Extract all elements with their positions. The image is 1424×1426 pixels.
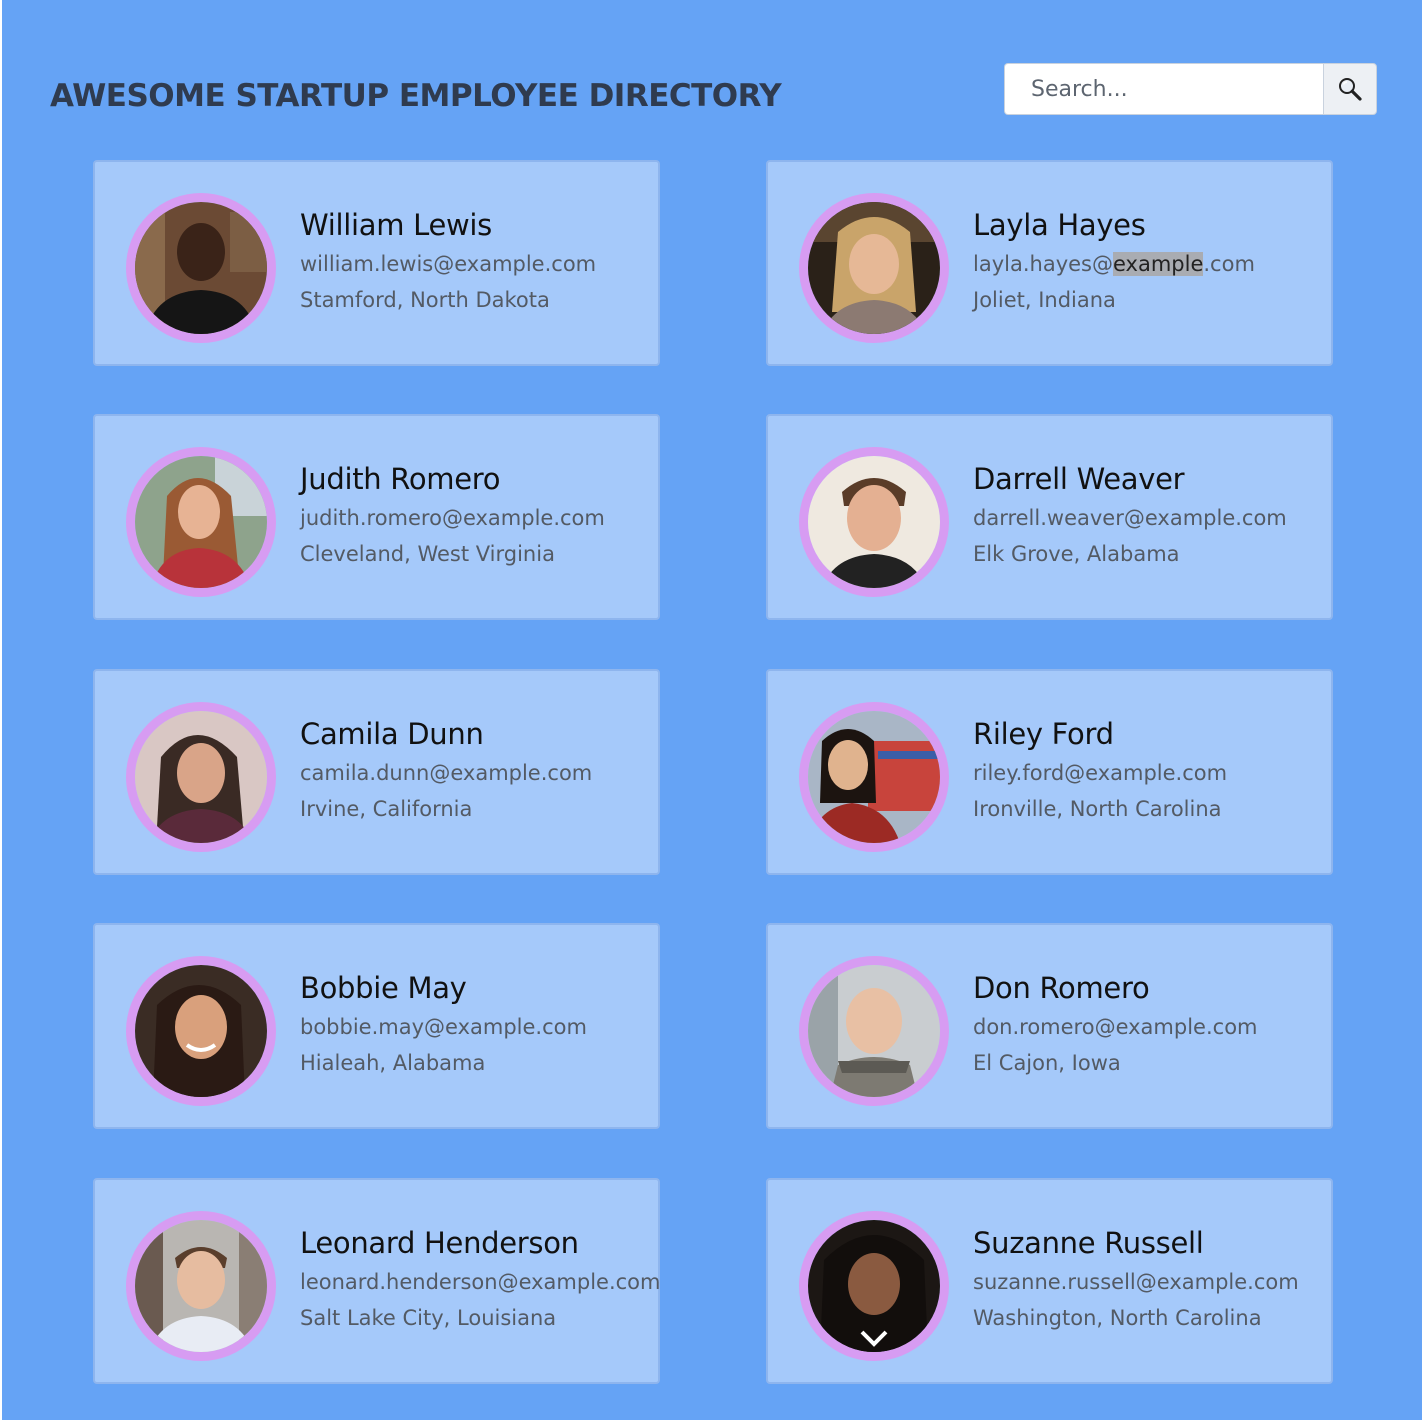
employee-name: Darrell Weaver bbox=[973, 462, 1185, 496]
employee-info: Camila Dunn camila.dunn@example.com Irvi… bbox=[300, 714, 592, 824]
employee-info: Bobbie May bobbie.may@example.com Hialea… bbox=[300, 968, 587, 1078]
employee-location: Joliet, Indiana bbox=[973, 288, 1116, 312]
avatar bbox=[126, 956, 276, 1106]
employee-card[interactable]: Bobbie May bobbie.may@example.com Hialea… bbox=[93, 923, 660, 1129]
employee-card[interactable]: Darrell Weaver darrell.weaver@example.co… bbox=[766, 414, 1333, 620]
employee-card[interactable]: Suzanne Russell suzanne.russell@example.… bbox=[766, 1178, 1333, 1384]
employee-info: Darrell Weaver darrell.weaver@example.co… bbox=[973, 459, 1287, 569]
employee-name: Judith Romero bbox=[300, 462, 501, 496]
avatar bbox=[126, 702, 276, 852]
employee-info: Riley Ford riley.ford@example.com Ironvi… bbox=[973, 714, 1227, 824]
employee-info: Judith Romero judith.romero@example.com … bbox=[300, 459, 605, 569]
employee-location: Stamford, North Dakota bbox=[300, 288, 550, 312]
employee-card[interactable]: Layla Hayes layla.hayes@example.com Joli… bbox=[766, 160, 1333, 366]
avatar bbox=[126, 193, 276, 343]
employee-email: riley.ford@example.com bbox=[973, 761, 1228, 785]
employee-email: bobbie.may@example.com bbox=[300, 1015, 587, 1039]
employee-info: Layla Hayes layla.hayes@example.com Joli… bbox=[973, 205, 1255, 315]
employee-location: Ironville, North Carolina bbox=[973, 797, 1222, 821]
directory-page: AWESOME STARTUP EMPLOYEE DIRECTORY Searc… bbox=[2, 0, 1422, 1420]
employee-name: Don Romero bbox=[973, 971, 1150, 1005]
employee-name: Camila Dunn bbox=[300, 717, 484, 751]
employee-email: darrell.weaver@example.com bbox=[973, 506, 1287, 530]
employee-location: El Cajon, Iowa bbox=[973, 1051, 1121, 1075]
employee-email: layla.hayes@example.com bbox=[973, 252, 1255, 276]
employee-name: Riley Ford bbox=[973, 717, 1114, 751]
employee-email: don.romero@example.com bbox=[973, 1015, 1258, 1039]
search-input[interactable] bbox=[1004, 63, 1323, 115]
magnifier-icon bbox=[1339, 78, 1362, 101]
avatar bbox=[799, 956, 949, 1106]
employee-info: Don Romero don.romero@example.com El Caj… bbox=[973, 968, 1258, 1078]
employee-name: Layla Hayes bbox=[973, 208, 1146, 242]
employee-name: Bobbie May bbox=[300, 971, 467, 1005]
employee-email: camila.dunn@example.com bbox=[300, 761, 593, 785]
employee-email: william.lewis@example.com bbox=[300, 252, 597, 276]
page-title: AWESOME STARTUP EMPLOYEE DIRECTORY bbox=[50, 78, 782, 114]
avatar bbox=[799, 1211, 949, 1361]
employee-info: Suzanne Russell suzanne.russell@example.… bbox=[973, 1223, 1299, 1333]
employee-card[interactable]: Riley Ford riley.ford@example.com Ironvi… bbox=[766, 669, 1333, 875]
search-highlight: example bbox=[1112, 252, 1204, 276]
avatar bbox=[799, 447, 949, 597]
employee-location: Hialeah, Alabama bbox=[300, 1051, 486, 1075]
employee-card[interactable]: William Lewis william.lewis@example.com … bbox=[93, 160, 660, 366]
employee-name: William Lewis bbox=[300, 208, 492, 242]
avatar bbox=[126, 447, 276, 597]
search-button[interactable] bbox=[1323, 63, 1377, 115]
employee-email: judith.romero@example.com bbox=[300, 506, 605, 530]
avatar bbox=[126, 1211, 276, 1361]
avatar bbox=[799, 702, 949, 852]
employee-card[interactable]: Judith Romero judith.romero@example.com … bbox=[93, 414, 660, 620]
employee-email: leonard.henderson@example.com bbox=[300, 1270, 661, 1294]
employee-location: Irvine, California bbox=[300, 797, 473, 821]
employee-email: suzanne.russell@example.com bbox=[973, 1270, 1299, 1294]
avatar bbox=[799, 193, 949, 343]
employee-location: Elk Grove, Alabama bbox=[973, 542, 1180, 566]
search-bar bbox=[1004, 63, 1377, 115]
employee-card[interactable]: Leonard Henderson leonard.henderson@exam… bbox=[93, 1178, 661, 1384]
employee-card[interactable]: Don Romero don.romero@example.com El Caj… bbox=[766, 923, 1333, 1129]
employee-location: Salt Lake City, Louisiana bbox=[300, 1306, 557, 1330]
employee-location: Washington, North Carolina bbox=[973, 1306, 1262, 1330]
employee-name: Suzanne Russell bbox=[973, 1226, 1204, 1260]
employee-location: Cleveland, West Virginia bbox=[300, 542, 555, 566]
employee-info: William Lewis william.lewis@example.com … bbox=[300, 205, 596, 315]
employee-card[interactable]: Camila Dunn camila.dunn@example.com Irvi… bbox=[93, 669, 660, 875]
employee-name: Leonard Henderson bbox=[300, 1226, 579, 1260]
employee-info: Leonard Henderson leonard.henderson@exam… bbox=[300, 1223, 661, 1333]
